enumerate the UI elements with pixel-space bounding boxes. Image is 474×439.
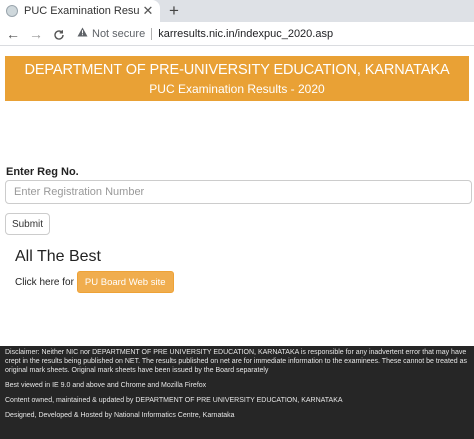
address-separator [151,27,153,40]
address-bar[interactable]: Not secure karresults.nic.in/indexpuc_20… [77,24,333,44]
site-favicon-icon [6,5,18,17]
department-title: DEPARTMENT OF PRE-UNIVERSITY EDUCATION, … [24,62,450,78]
browser-toolbar: ← → Not secure karresults.nic.in/indexpu… [0,22,474,46]
close-tab-icon[interactable]: ✕ [140,3,156,19]
warning-triangle-icon[interactable] [77,27,88,40]
footer-content-owner: Content owned, maintained & updated by D… [5,397,343,404]
exam-results-subtitle: PUC Examination Results - 2020 [149,82,325,96]
tab-title: PUC Examination Results - 2020 [24,5,140,17]
page-header-banner: DEPARTMENT OF PRE-UNIVERSITY EDUCATION, … [5,56,469,101]
footer-browser-note: Best viewed in IE 9.0 and above and Chro… [5,382,207,389]
security-status[interactable]: Not secure [92,28,145,40]
board-link-row: Click here for PU Board Web site [15,271,174,293]
reg-number-label: Enter Reg No. [6,166,79,178]
new-tab-icon[interactable]: + [165,1,183,21]
browser-tab-strip: PUC Examination Results - 2020 ✕ + [0,0,474,22]
footer-hosted-by: Designed, Developed & Hosted by National… [5,412,235,419]
click-here-text: Click here for [15,276,74,288]
submit-button[interactable]: Submit [5,213,50,235]
all-the-best-heading: All The Best [15,248,101,265]
reload-icon[interactable] [49,22,69,46]
forward-arrow-icon[interactable]: → [26,22,46,46]
url-text[interactable]: karresults.nic.in/indexpuc_2020.asp [158,28,333,40]
page-footer: Disclaimer: Neither NIC nor DEPARTMENT O… [0,346,474,439]
back-arrow-icon[interactable]: ← [3,22,23,46]
footer-disclaimer: Disclaimer: Neither NIC nor DEPARTMENT O… [5,349,468,374]
pu-board-website-button[interactable]: PU Board Web site [76,271,174,293]
registration-number-input[interactable] [5,180,472,204]
browser-tab[interactable]: PUC Examination Results - 2020 ✕ [0,0,160,22]
